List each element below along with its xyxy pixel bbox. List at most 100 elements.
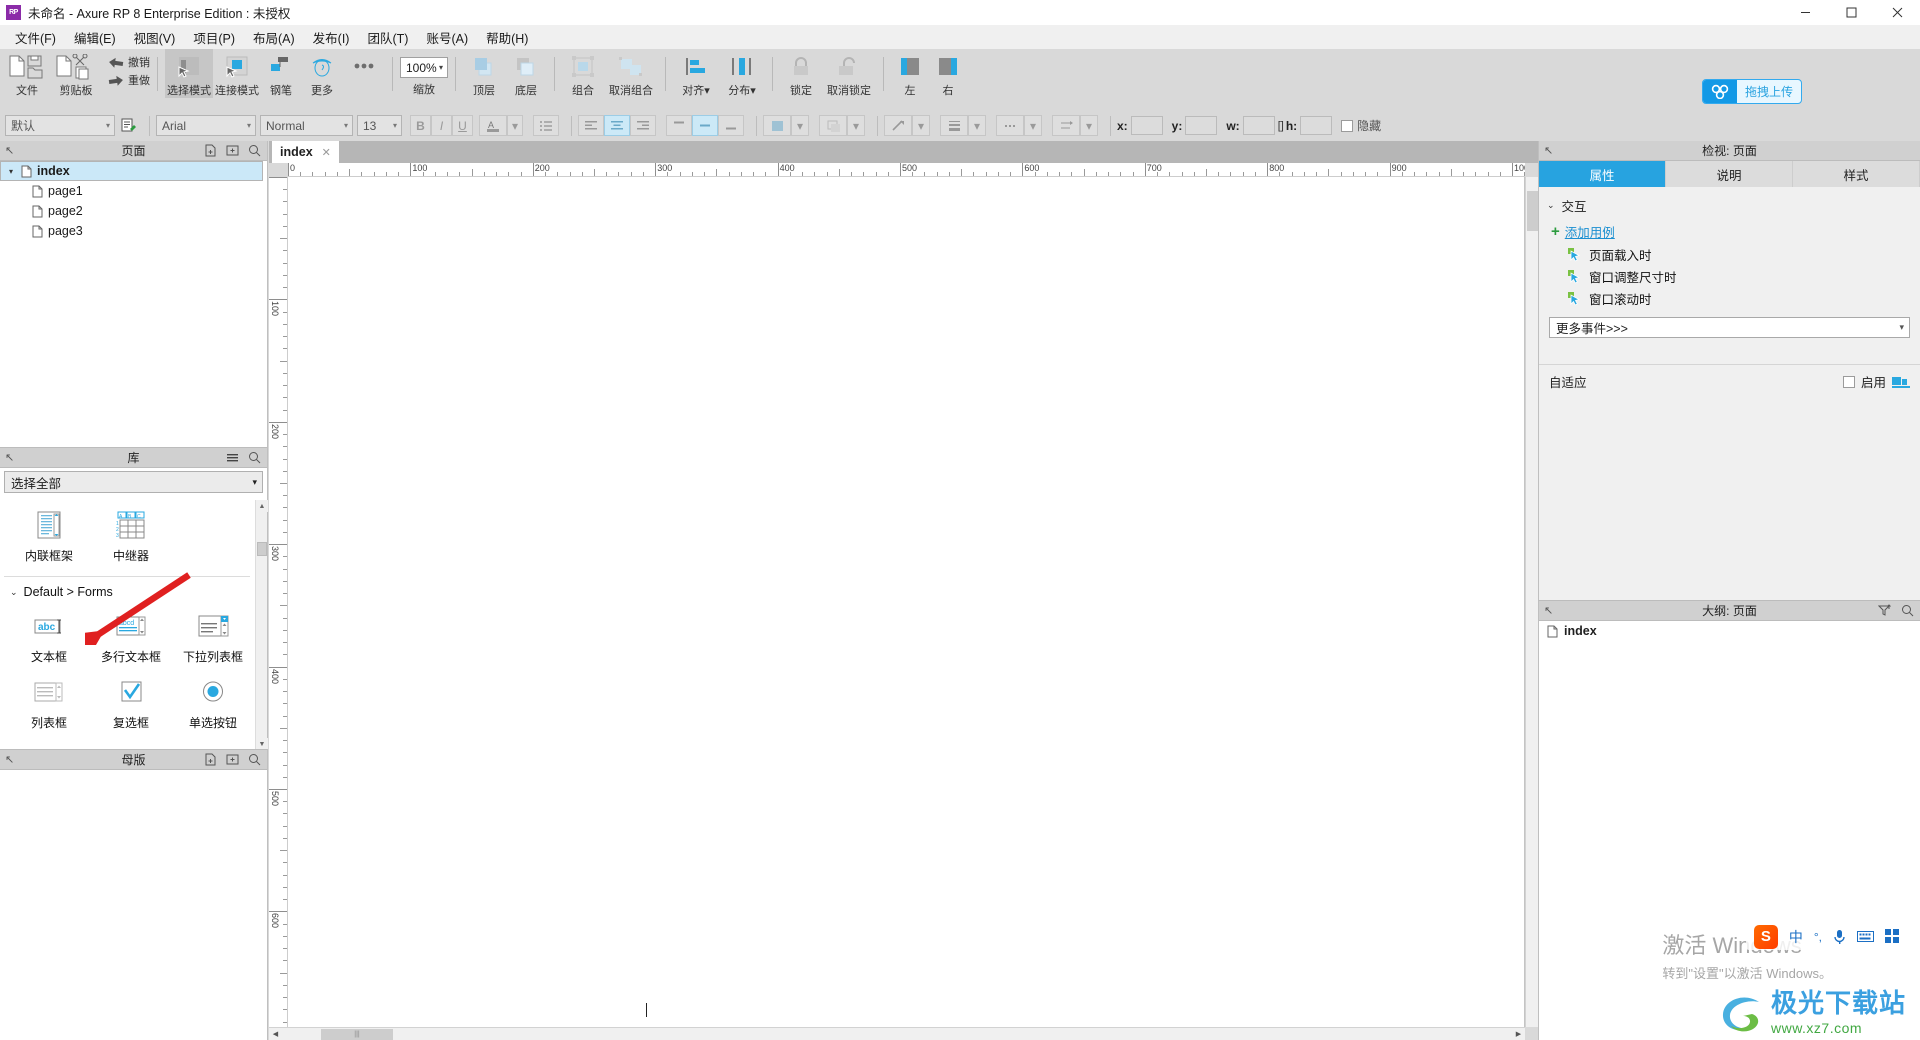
outline-item-index[interactable]: index [1539,621,1920,641]
underline-button[interactable]: U [452,115,473,136]
page-tree-item-page3[interactable]: page3 [0,221,267,241]
menu-publish[interactable]: 发布(I) [304,25,359,50]
search-icon[interactable] [248,144,261,157]
font-family-select[interactable]: Arial ▾ [156,115,256,136]
search-icon[interactable] [1901,604,1914,617]
align-center-button[interactable] [604,115,630,136]
lock-button[interactable]: 锁定 [780,49,822,98]
fill-caret[interactable]: ▾ [791,115,809,136]
fill-color-button[interactable] [763,115,791,136]
h-input[interactable] [1300,116,1333,135]
font-color-caret[interactable]: ▾ [507,115,523,136]
menu-help[interactable]: 帮助(H) [477,25,537,50]
font-size-select[interactable]: 13 ▾ [357,115,402,136]
collapse-icon[interactable]: ↖ [5,144,14,157]
canvas-sheet[interactable] [288,177,1525,1027]
group-button[interactable]: 组合 [562,49,604,98]
scroll-right-arrow-icon[interactable]: ▶ [1512,1028,1525,1040]
hamburger-icon[interactable] [226,451,239,464]
distribute-button[interactable]: 分布▾ [719,49,765,98]
align-right-button[interactable] [630,115,656,136]
ungroup-button[interactable]: 取消组合 [604,49,658,98]
w-input[interactable] [1242,116,1275,135]
add-case-button[interactable]: + 添加用例 [1539,222,1920,241]
pen-button[interactable]: 钢笔 [261,49,301,98]
library-item-inline-frame[interactable]: 内联框架 [8,506,90,564]
line-width-caret[interactable]: ▾ [968,115,986,136]
menu-edit[interactable]: 编辑(E) [65,25,125,50]
canvas-vertical-scrollbar[interactable] [1525,177,1538,1027]
add-page-icon[interactable] [204,144,217,157]
scroll-up-arrow-icon[interactable]: ▲ [256,500,268,512]
interactions-section-header[interactable]: ⌄ 交互 [1539,187,1920,219]
style-select[interactable]: 默认 ▾ [5,115,115,136]
library-select[interactable]: 选择全部 ▾ [4,471,263,493]
expand-arrow-icon[interactable]: ▾ [9,167,21,176]
menu-layout[interactable]: 布局(A) [244,25,304,50]
collapse-icon[interactable]: ↖ [1544,604,1553,617]
unlock-button[interactable]: 取消锁定 [822,49,876,98]
minimize-button[interactable] [1782,0,1828,25]
line-caret[interactable]: ▾ [912,115,930,136]
cloud-upload-button[interactable]: 拖拽上传 [1702,79,1802,104]
font-color-button[interactable]: A [479,115,507,136]
menu-project[interactable]: 项目(P) [184,25,244,50]
library-item-textbox[interactable]: abc 文本框 [8,607,90,665]
font-weight-select[interactable]: Normal ▾ [260,115,353,136]
add-master-icon[interactable] [204,753,217,766]
tab-properties[interactable]: 属性 [1539,161,1666,187]
hidden-checkbox[interactable] [1341,119,1354,132]
canvas-tab-index[interactable]: index ✕ [272,141,339,163]
horizontal-scroll-thumb[interactable]: ||| [321,1028,393,1040]
valign-middle-button[interactable] [692,115,718,136]
more-events-select[interactable]: 更多事件>>> ▾ [1549,317,1910,338]
zoom-control[interactable]: 100% ▾ 缩放 [400,57,448,97]
line-style-caret[interactable]: ▾ [1024,115,1042,136]
menu-team[interactable]: 团队(T) [358,25,417,50]
search-icon[interactable] [248,451,261,464]
link-size-icon[interactable]: [] [1278,120,1284,132]
library-item-checkbox[interactable]: 复选框 [90,673,172,731]
menu-file[interactable]: 文件(F) [6,25,65,50]
tab-notes[interactable]: 说明 [1666,161,1793,187]
adaptive-enable-checkbox[interactable] [1842,375,1855,388]
mic-icon[interactable] [1833,929,1846,945]
undo-button[interactable]: 撤销 [106,54,150,70]
library-item-listbox[interactable]: 列表框 [8,673,90,731]
search-icon[interactable] [248,753,261,766]
sogou-logo-icon[interactable]: S [1753,924,1778,949]
keyboard-icon[interactable] [1857,930,1874,943]
menu-view[interactable]: 视图(V) [125,25,185,50]
library-scroll-thumb[interactable] [257,542,267,556]
line-color-button[interactable] [884,115,912,136]
bring-front-button[interactable]: 顶层 [463,49,505,98]
library-item-droplist[interactable]: 下拉列表框 [172,607,254,665]
arrow-caret[interactable]: ▾ [1080,115,1098,136]
shadow-caret[interactable]: ▾ [847,115,865,136]
maximize-button[interactable] [1828,0,1874,25]
library-item-radiobutton[interactable]: 单选按钮 [172,673,254,731]
align-left-button[interactable] [578,115,604,136]
library-item-textarea[interactable]: abcd 多行文本框 [90,607,172,665]
more-dots-button[interactable] [343,49,385,79]
left-panel-button[interactable]: 左 [891,49,929,98]
italic-button[interactable]: I [431,115,452,136]
add-folder-icon[interactable] [226,753,239,766]
line-width-button[interactable] [940,115,968,136]
adaptive-views-icon[interactable] [1892,375,1910,389]
collapse-icon[interactable]: ↖ [1544,144,1553,157]
collapse-icon[interactable]: ↖ [5,451,14,464]
bold-button[interactable]: B [410,115,431,136]
line-style-button[interactable] [996,115,1024,136]
more-button[interactable]: 更多 [301,49,343,98]
library-item-repeater[interactable]: A B C 1 2 3 中继器 [90,506,172,564]
valign-top-button[interactable] [666,115,692,136]
send-back-button[interactable]: 底层 [505,49,547,98]
x-input[interactable] [1130,116,1163,135]
event-window-scroll[interactable]: 窗口滚动时 [1539,289,1920,307]
page-tree-item-index[interactable]: ▾ index [0,161,263,181]
bullet-list-button[interactable] [533,115,559,136]
filter-icon[interactable] [1878,604,1892,617]
redo-button[interactable]: 重做 [106,72,150,88]
add-folder-icon[interactable] [226,144,239,157]
